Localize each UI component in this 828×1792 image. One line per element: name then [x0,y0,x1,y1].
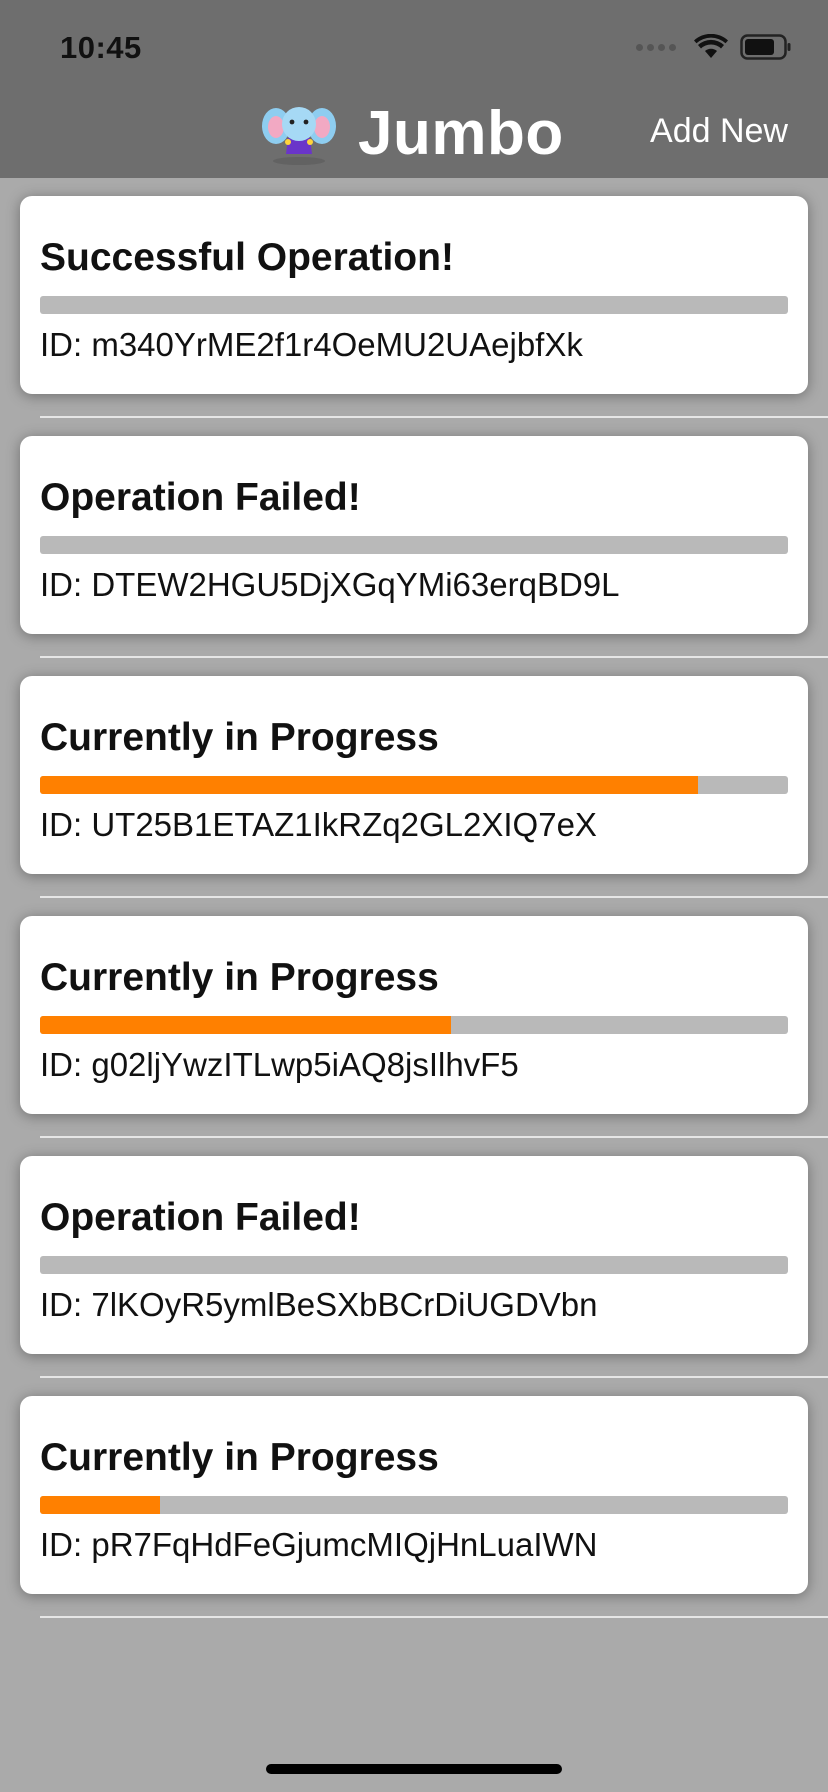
progress-fill [40,1496,160,1514]
operation-id: ID: g02ljYwzITLwp5iAQ8jsIlhvF5 [40,1046,519,1083]
operation-id: ID: m340YrME2f1r4OeMU2UAejbfXk [40,326,583,363]
progress-fill [40,1016,452,1034]
list-item: Operation Failed! ID: 7lKOyR5ymlBeSXbBCr… [0,1138,828,1378]
status-bar: 10:45 [0,0,828,88]
operation-id: ID: DTEW2HGU5DjXGqYMi63erqBD9L [40,566,620,603]
battery-icon [740,34,791,60]
progress-bar [40,1496,788,1514]
list-item: Operation Failed! ID: DTEW2HGU5DjXGqYMi6… [0,418,828,658]
cellular-signal-icon [636,43,676,51]
progress-bar [40,296,788,314]
operation-card[interactable]: Currently in Progress ID: pR7FqHdFeGjumc… [20,1396,808,1594]
row-separator [40,1616,828,1618]
operation-card[interactable]: Operation Failed! ID: DTEW2HGU5DjXGqYMi6… [20,436,808,634]
status-time: 10:45 [60,30,142,65]
operation-status-title: Successful Operation! [40,236,454,279]
home-indicator[interactable] [266,1764,562,1774]
progress-bar [40,776,788,794]
elephant-mascot-icon [262,106,336,165]
operation-card[interactable]: Operation Failed! ID: 7lKOyR5ymlBeSXbBCr… [20,1156,808,1354]
operation-id: ID: 7lKOyR5ymlBeSXbBCrDiUGDVbn [40,1286,598,1323]
operations-list: Successful Operation! ID: m340YrME2f1r4O… [0,178,828,1618]
list-item: Currently in Progress ID: pR7FqHdFeGjumc… [0,1378,828,1618]
operation-status-title: Currently in Progress [40,716,439,759]
operation-status-title: Currently in Progress [40,1436,439,1479]
operation-status-title: Currently in Progress [40,956,439,999]
operation-status-title: Operation Failed! [40,1196,361,1239]
app-title: Jumbo [358,99,564,168]
operation-id: ID: UT25B1ETAZ1IkRZq2GL2XIQ7eX [40,806,597,843]
wifi-icon [694,34,728,58]
navigation-bar: Jumbo Add New [0,88,828,178]
list-item: Successful Operation! ID: m340YrME2f1r4O… [0,178,828,418]
progress-bar [40,1016,788,1034]
progress-bar [40,1256,788,1274]
operation-status-title: Operation Failed! [40,476,361,519]
operation-card[interactable]: Currently in Progress ID: UT25B1ETAZ1IkR… [20,676,808,874]
status-icons [636,34,792,60]
operation-card[interactable]: Successful Operation! ID: m340YrME2f1r4O… [20,196,808,394]
operation-card[interactable]: Currently in Progress ID: g02ljYwzITLwp5… [20,916,808,1114]
add-new-button[interactable]: Add New [650,112,788,151]
progress-bar [40,536,788,554]
list-item: Currently in Progress ID: UT25B1ETAZ1IkR… [0,658,828,898]
list-item: Currently in Progress ID: g02ljYwzITLwp5… [0,898,828,1138]
app-logo: Jumbo [262,98,564,169]
operation-id: ID: pR7FqHdFeGjumcMIQjHnLuaIWN [40,1526,598,1563]
progress-fill [40,776,699,794]
